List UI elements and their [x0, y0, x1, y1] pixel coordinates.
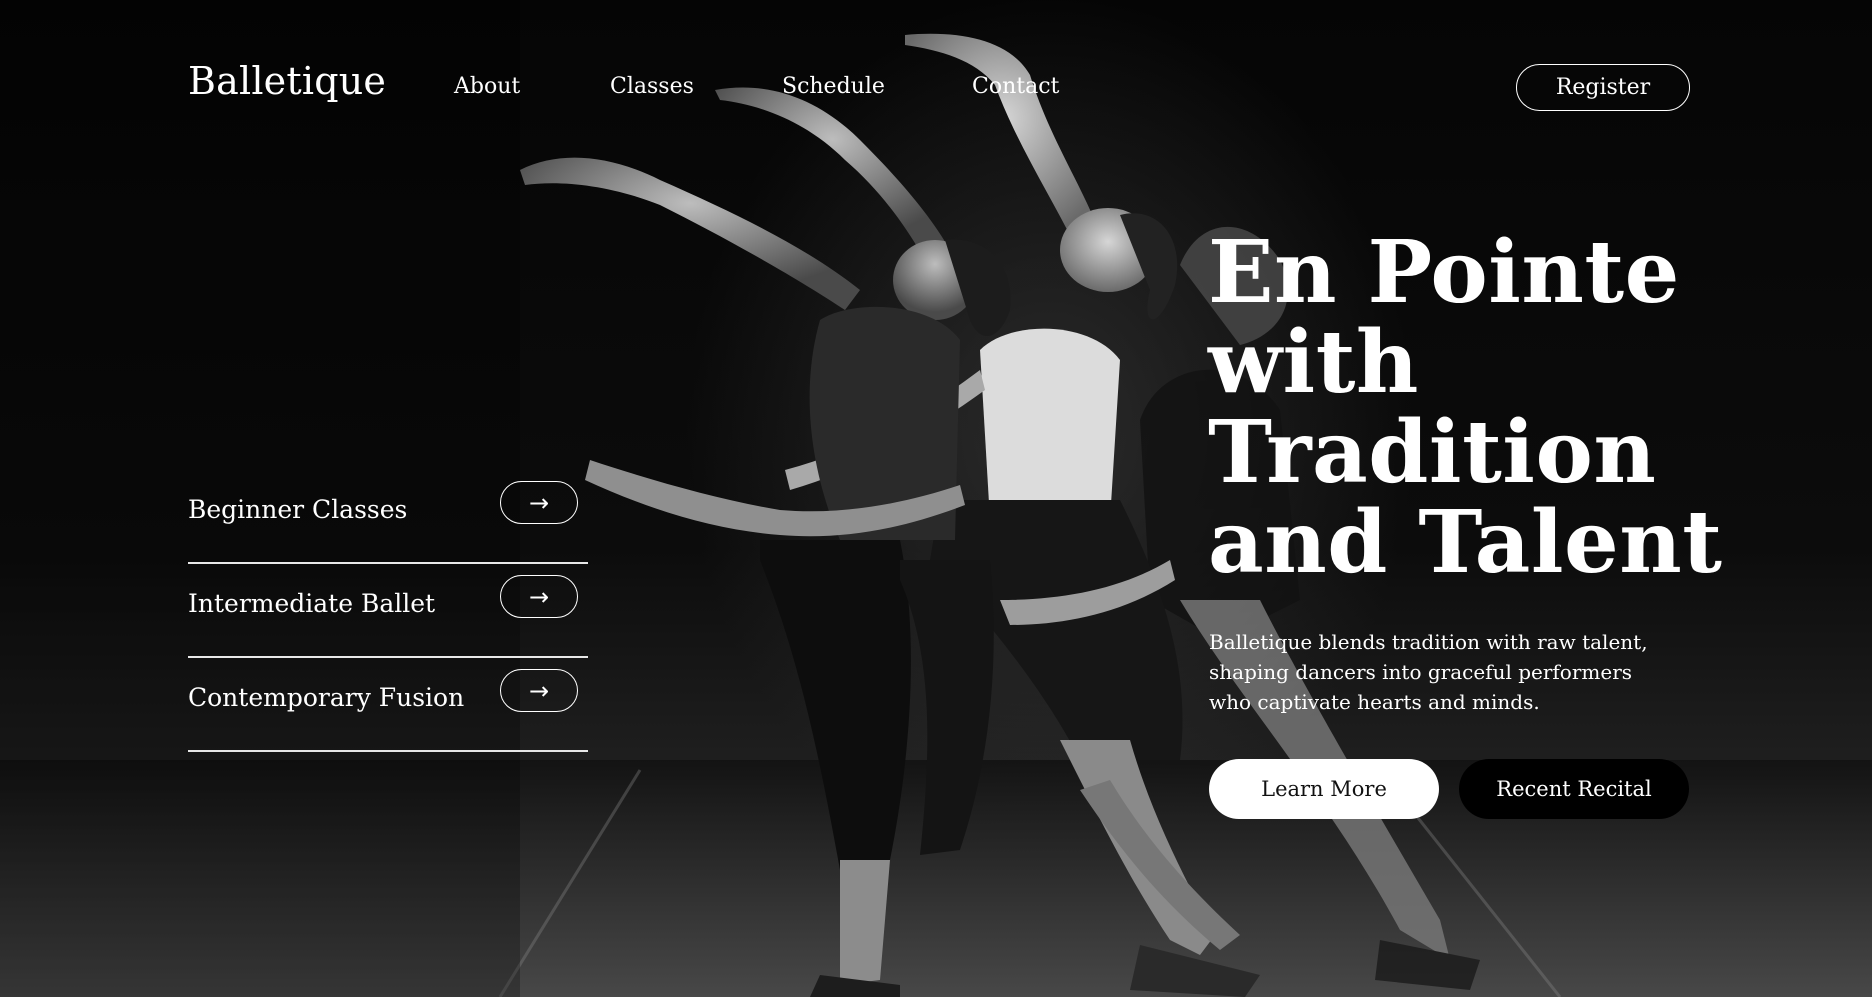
arrow-right-icon[interactable]: →	[500, 481, 578, 524]
class-label: Contemporary Fusion	[188, 682, 465, 712]
hero-section: Balletique About Classes Schedule Contac…	[0, 0, 1872, 997]
nav-link-contact[interactable]: Contact	[972, 74, 1082, 99]
brand-logo[interactable]: Balletique	[188, 62, 386, 100]
headline-line: and Talent	[1208, 492, 1723, 593]
headline-line: En Pointe	[1208, 222, 1680, 323]
class-label: Intermediate Ballet	[188, 588, 436, 618]
nav-link-schedule[interactable]: Schedule	[782, 74, 972, 99]
learn-more-button[interactable]: Learn More	[1209, 759, 1439, 819]
hero-description: Balletique blends tradition with raw tal…	[1209, 630, 1648, 714]
arrow-right-icon[interactable]: →	[500, 669, 578, 712]
hero-headline: En Pointe with Tradition and Talent	[1208, 228, 1728, 588]
recent-recital-button[interactable]: Recent Recital	[1459, 759, 1689, 819]
nav-links: About Classes Schedule Contact	[454, 74, 1082, 99]
register-button[interactable]: Register	[1516, 64, 1690, 111]
nav-link-about[interactable]: About	[454, 74, 610, 99]
class-item-contemporary[interactable]: Contemporary Fusion →	[188, 658, 588, 752]
nav-link-classes[interactable]: Classes	[610, 74, 782, 99]
class-item-intermediate[interactable]: Intermediate Ballet →	[188, 564, 588, 658]
class-item-beginner[interactable]: Beginner Classes →	[188, 470, 588, 564]
top-navigation: Balletique About Classes Schedule Contac…	[188, 58, 1690, 118]
headline-line: with	[1208, 312, 1419, 413]
class-list: Beginner Classes → Intermediate Ballet →…	[188, 470, 588, 752]
cta-row: Learn More Recent Recital	[1209, 759, 1689, 819]
headline-line: Tradition	[1208, 402, 1657, 503]
arrow-right-icon[interactable]: →	[500, 575, 578, 618]
class-label: Beginner Classes	[188, 494, 408, 524]
